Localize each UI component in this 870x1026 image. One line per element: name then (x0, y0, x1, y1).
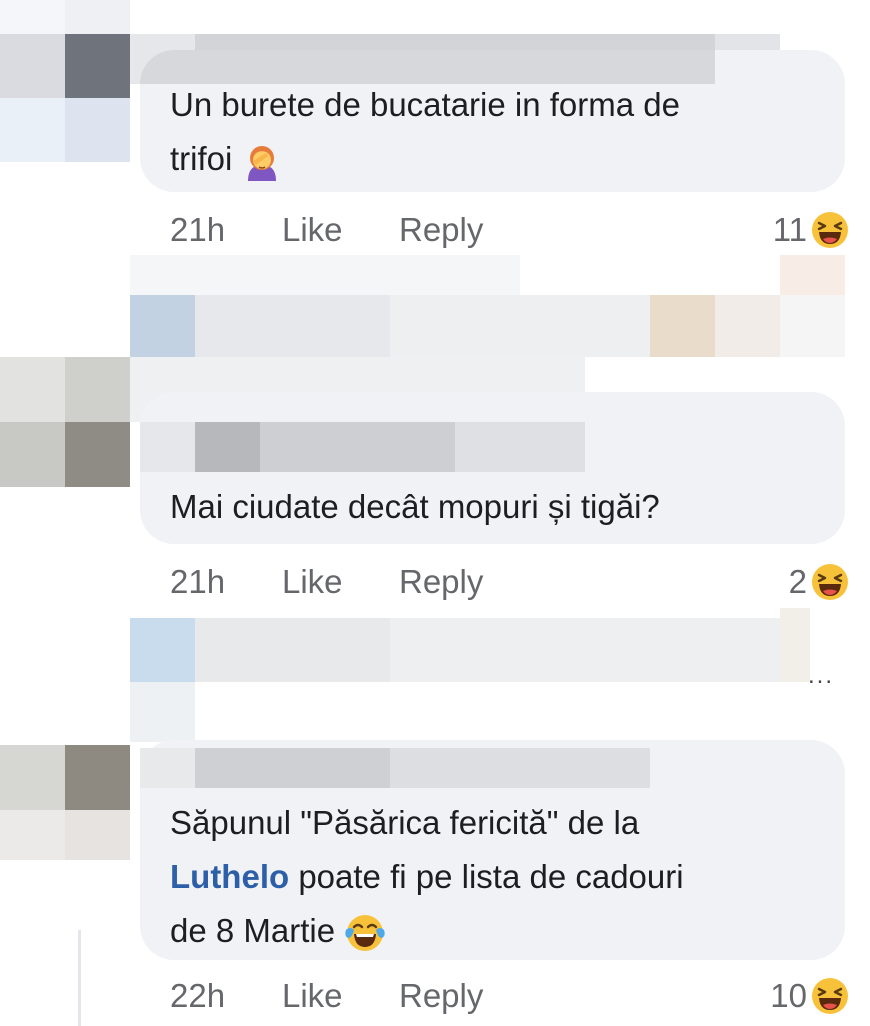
comment-bubble: Un burete de bucatarie in forma de trifo… (140, 50, 845, 192)
comment-text: Un burete de bucatarie in forma de (170, 86, 680, 123)
reply-button[interactable]: Reply (399, 208, 483, 252)
comment-text: Mai ciudate decât mopuri și tigăi? (170, 488, 660, 525)
comment-text: Săpunul "Păsărica fericită" de la (170, 804, 640, 841)
censored-name (195, 422, 260, 472)
laughing-squinting-face-icon (812, 978, 848, 1014)
like-button[interactable]: Like (282, 974, 343, 1018)
reaction-count: 10 (770, 977, 807, 1014)
comment-bubble: Mai ciudate decât mopuri și tigăi? (140, 392, 845, 544)
reply-button[interactable]: Reply (399, 560, 483, 604)
reaction-count: 2 (788, 563, 807, 600)
face-with-tears-of-joy-icon (344, 912, 386, 952)
like-button[interactable]: Like (282, 208, 343, 252)
comment-text-line: Luthelo poate fi pe lista de cadouri (170, 858, 684, 895)
comment-text-line: trifoi (170, 132, 821, 186)
comment-time[interactable]: 22h (170, 974, 225, 1018)
comment-actions: 22h Like Reply 10 (170, 974, 850, 1018)
censored-name (260, 422, 455, 472)
censored-name (140, 748, 195, 788)
comment-actions: 21h Like Reply 11 (170, 208, 850, 252)
reaction-summary[interactable]: 10 (770, 974, 850, 1018)
laughing-squinting-face-icon (812, 212, 848, 248)
comment-actions: 21h Like Reply 2 (170, 560, 850, 604)
reaction-count: 11 (772, 211, 807, 248)
censored-name (455, 422, 585, 472)
comment-time[interactable]: 21h (170, 560, 225, 604)
reply-button[interactable]: Reply (399, 974, 483, 1018)
reaction-summary[interactable]: 11 (773, 208, 850, 252)
comment-bubble: Săpunul "Păsărica fericită" de la Luthel… (140, 740, 845, 960)
censored-name (195, 748, 390, 788)
reaction-summary[interactable]: 2 (789, 560, 850, 604)
censored-name (140, 422, 195, 472)
mention-link[interactable]: Luthelo (170, 858, 289, 895)
comment-text-line: de 8 Martie (170, 904, 821, 958)
laughing-squinting-face-icon (812, 564, 848, 600)
like-button[interactable]: Like (282, 560, 343, 604)
censored-name (390, 748, 650, 788)
thread-line (78, 930, 81, 1026)
more-options-icon[interactable]: ... (808, 662, 834, 690)
comment-time[interactable]: 21h (170, 208, 225, 252)
person-facepalming-icon (242, 140, 282, 182)
